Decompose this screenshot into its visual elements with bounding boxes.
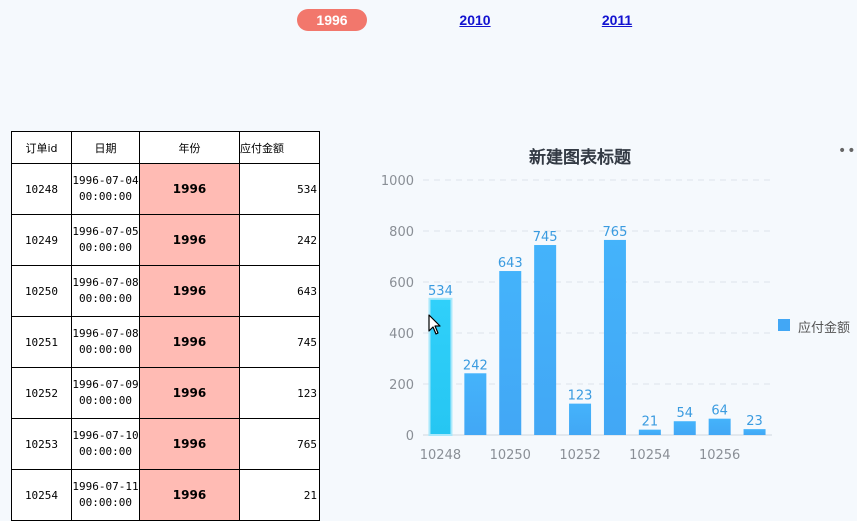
bar-value-label: 21 [642, 415, 659, 430]
cell-date-day: 1996-07-04 [72, 174, 139, 187]
bar-value-label: 534 [428, 284, 453, 299]
table-row: 10254 1996-07-11 00:00:00 1996 21 [11, 469, 320, 521]
bar-chart: 0 200 400 600 800 1000 534 10248 242 643 10250 745 1… [381, 174, 772, 463]
table-row: 10253 1996-07-10 00:00:00 1996 765 [11, 418, 320, 470]
cell-date-time: 00:00:00 [79, 241, 132, 254]
cell-amount: 643 [239, 265, 320, 317]
table-row: 10248 1996-07-04 00:00:00 1996 534 [11, 163, 320, 215]
y-tick-label: 600 [389, 276, 414, 291]
table-row: 10251 1996-07-08 00:00:00 1996 745 [11, 316, 320, 368]
cell-year: 1996 [139, 418, 240, 470]
cell-order-id: 10252 [11, 367, 72, 419]
cell-order-id: 10254 [11, 469, 72, 521]
bar-value-label: 745 [533, 230, 558, 245]
cell-date-time: 00:00:00 [79, 190, 132, 203]
orders-table: 订单id 日期 年份 应付金额 10248 1996-07-04 00:00:00… [11, 131, 320, 521]
header-order-id: 订单id [11, 131, 72, 164]
x-tick-label: 10254 [629, 448, 670, 463]
header-date: 日期 [71, 131, 140, 164]
mouse-cursor-icon [428, 314, 441, 335]
y-tick-label: 200 [389, 378, 414, 393]
cell-date-day: 1996-07-08 [72, 327, 139, 340]
y-tick-label: 0 [406, 429, 414, 444]
bar-value-label: 123 [568, 389, 593, 404]
chart-title: 新建图表标题 [529, 148, 631, 168]
cell-order-id: 10250 [11, 265, 72, 317]
table-header-row: 订单id 日期 年份 应付金额 [11, 131, 320, 164]
cell-year: 1996 [139, 316, 240, 368]
y-tick-label: 800 [389, 225, 414, 240]
header-year: 年份 [139, 131, 240, 164]
cell-date: 1996-07-08 00:00:00 [71, 265, 140, 317]
bar [708, 418, 731, 435]
header-amount: 应付金额 [239, 131, 320, 164]
cell-year: 1996 [139, 367, 240, 419]
bar [464, 373, 487, 435]
cell-order-id: 10253 [11, 418, 72, 470]
cell-date-time: 00:00:00 [79, 292, 132, 305]
y-tick-label: 1000 [381, 174, 414, 189]
cell-order-id: 10249 [11, 214, 72, 266]
x-tick-label: 10252 [559, 448, 600, 463]
cell-amount: 21 [239, 469, 320, 521]
bar [569, 403, 592, 435]
bar [603, 239, 626, 435]
tab-2011[interactable]: 2011 [592, 9, 642, 31]
cell-year: 1996 [139, 469, 240, 521]
bar [673, 421, 696, 435]
tab-1996[interactable]: 1996 [297, 9, 367, 31]
legend-swatch [778, 319, 790, 331]
more-horizontal-icon[interactable]: ••• [838, 143, 857, 159]
cell-amount: 123 [239, 367, 320, 419]
y-tick-label: 400 [389, 327, 414, 342]
cell-date: 1996-07-08 00:00:00 [71, 316, 140, 368]
legend-label: 应付金额 [798, 321, 851, 336]
x-tick-label: 10250 [490, 448, 531, 463]
bar-chart-panel: 0 200 400 600 800 1000 534 10248 242 643 10250 745 1… [375, 135, 857, 498]
cell-amount: 765 [239, 418, 320, 470]
bar-value-label: 643 [498, 256, 523, 271]
bar [743, 429, 766, 435]
cell-amount: 745 [239, 316, 320, 368]
cell-amount: 242 [239, 214, 320, 266]
cell-order-id: 10251 [11, 316, 72, 368]
cell-date: 1996-07-05 00:00:00 [71, 214, 140, 266]
x-tick-label: 10256 [699, 448, 740, 463]
cell-date: 1996-07-04 00:00:00 [71, 163, 140, 215]
bar-value-label: 765 [603, 225, 628, 240]
year-tabs: 1996 2010 2011 [0, 0, 857, 40]
cell-date-day: 1996-07-11 [72, 480, 139, 493]
bar-value-label: 64 [711, 404, 728, 419]
cell-date-day: 1996-07-08 [72, 276, 139, 289]
bar-value-label: 54 [676, 406, 693, 421]
cell-date: 1996-07-11 00:00:00 [71, 469, 140, 521]
bar [638, 429, 661, 435]
cell-year: 1996 [139, 214, 240, 266]
table-row: 10249 1996-07-05 00:00:00 1996 242 [11, 214, 320, 266]
cell-date: 1996-07-09 00:00:00 [71, 367, 140, 419]
cell-order-id: 10248 [11, 163, 72, 215]
cell-date-time: 00:00:00 [79, 394, 132, 407]
cell-amount: 534 [239, 163, 320, 215]
cell-date-day: 1996-07-05 [72, 225, 139, 238]
table-row: 10252 1996-07-09 00:00:00 1996 123 [11, 367, 320, 419]
cell-date-time: 00:00:00 [79, 445, 132, 458]
cell-date-time: 00:00:00 [79, 343, 132, 356]
cell-date: 1996-07-10 00:00:00 [71, 418, 140, 470]
table-row: 10250 1996-07-08 00:00:00 1996 643 [11, 265, 320, 317]
tab-2010[interactable]: 2010 [450, 9, 500, 31]
cell-year: 1996 [139, 163, 240, 215]
bar [534, 245, 557, 435]
cell-year: 1996 [139, 265, 240, 317]
bar-value-label: 23 [746, 414, 763, 429]
x-tick-label: 10248 [420, 448, 461, 463]
cell-date-day: 1996-07-10 [72, 429, 139, 442]
bar [499, 271, 522, 435]
bar-value-label: 242 [463, 358, 488, 373]
cell-date-day: 1996-07-09 [72, 378, 139, 391]
